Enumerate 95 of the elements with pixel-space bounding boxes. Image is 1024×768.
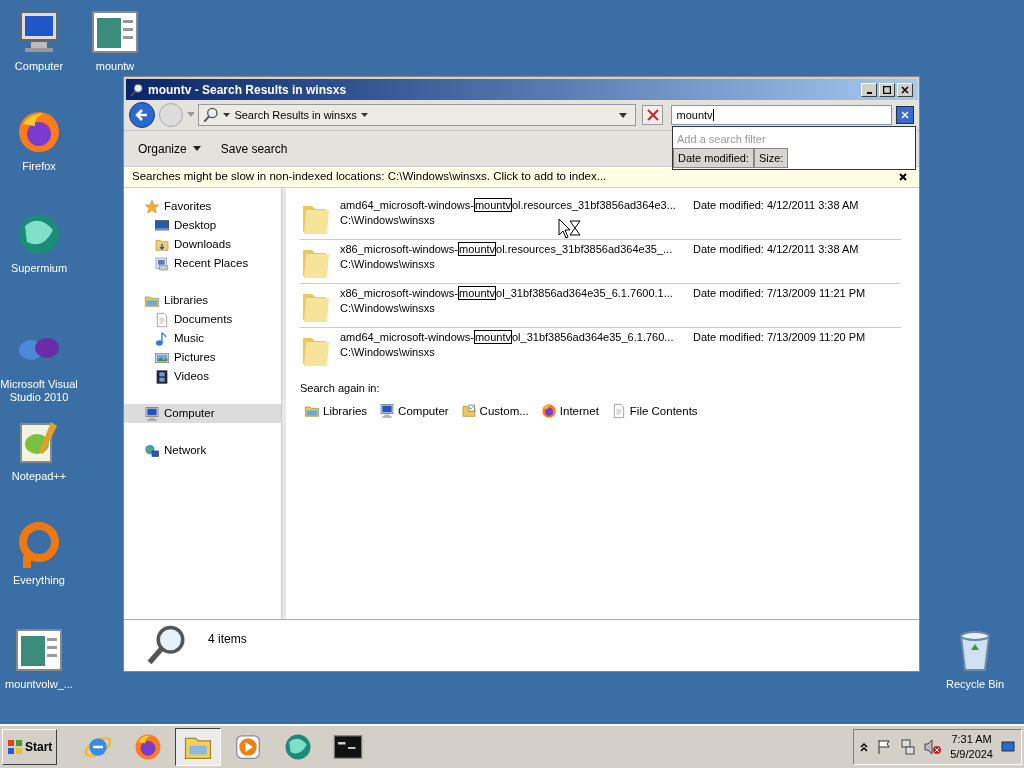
search-filter-field[interactable]: Add a search filter [672,126,916,148]
star-icon [144,198,160,215]
desktop-icon-label[interactable]: mountvolw_... [5,678,73,691]
search-location-link[interactable]: Libraries [304,402,368,420]
address-crumb[interactable]: Search Results in winsxs [234,106,357,124]
computer-icon [144,405,160,422]
show-desktop-icon[interactable] [1001,741,1015,753]
nav-item[interactable]: Recent Places [124,254,281,273]
desktop-icon-label[interactable]: mountw [95,60,135,73]
caret-icon [192,146,201,151]
close-icon[interactable] [899,173,907,181]
desktop-icon-label[interactable]: Computer [14,60,64,73]
libraries-icon [304,403,320,420]
speaker-muted-icon[interactable] [924,739,943,755]
close-icon [901,85,909,94]
flag-icon[interactable] [876,739,893,755]
file-name: amd64_microsoft-windows-mountvol_31bf3856ad364e35_6.1.760... [340,330,675,345]
minimize-icon [866,91,872,94]
date-modified: Date modified: 4/12/2011 3:38 AM [693,242,859,257]
caret-icon [223,112,231,118]
busy-cursor-icon [558,218,582,240]
search-location-link[interactable]: Internet [540,402,599,420]
file-path: C:\Windows\winsxs [340,345,436,360]
chevron-up-icon[interactable] [860,742,869,752]
search-location-link[interactable]: Computer [379,402,449,420]
clear-search-button[interactable] [896,106,914,124]
result-row[interactable]: x86_microsoft-windows-mountvol_31bf3856ad364e35_6.1.7600.1... C:\Windows\winsxs Date modified: 7/13/2009 11:21 PM [300,284,901,328]
desktop-icon-label[interactable]: Everything [13,574,65,587]
toolbar-button[interactable]: Save search [220,139,288,158]
date-modified: Date modified: 4/12/2011 3:38 AM [693,198,859,213]
start-button[interactable]: Start [2,729,58,765]
desktop-icon-label[interactable]: Microsoft Visual Studio 2010 [0,378,78,404]
info-bar[interactable]: Searches might be slow in non-indexed locations: C:\Windows\winsxs. Click to add to index... [124,166,919,188]
stop-button[interactable] [641,105,664,125]
search-location-link[interactable]: File Contents [610,402,698,420]
file-path: C:\Windows\winsxs [340,257,436,272]
close-icon [901,111,910,119]
file-name: amd64_microsoft-windows-mountvol.resources_31bf3856ad364e3... [340,198,677,213]
firefox-icon [540,403,557,420]
network-icon[interactable] [900,739,917,755]
close-icon [646,109,659,121]
date-modified: Date modified: 7/13/2009 11:21 PM [693,286,866,301]
clock-time[interactable]: 7:31 AM [951,732,992,747]
nav-item[interactable]: Documents [124,310,281,329]
filter-button[interactable]: Size: [753,148,789,168]
nav-item[interactable]: Computer [124,404,281,423]
network-icon [144,442,160,459]
videos-icon [154,368,170,385]
nav-item[interactable]: Music [124,329,281,348]
caret-icon [360,112,368,118]
minimize-button[interactable] [861,82,877,97]
back-button[interactable] [129,102,155,128]
search-again-label: Search again in: [300,381,381,396]
file-path: C:\Windows\winsxs [340,301,436,316]
desktop-icon-label[interactable]: Supermium [10,262,68,275]
nav-item[interactable]: Favorites [124,197,281,216]
file-path: C:\Windows\winsxs [340,213,436,228]
item-count: 4 items [208,631,247,648]
desktop-icon [154,217,170,234]
info-bar-text[interactable]: Searches might be slow in non-indexed locations: C:\Windows\winsxs. Click to add to index... [132,168,607,186]
file-name: x86_microsoft-windows-mountvol.resources_31bf3856ad364e35_... [340,242,674,257]
result-row[interactable]: amd64_microsoft-windows-mountvol_31bf3856ad364e35_6.1.760... C:\Windows\winsxs Date modified: 7/13/2009 11:20 PM [300,328,901,372]
nav-item[interactable]: Network [124,441,281,460]
filter-button[interactable]: Date modified: [673,148,754,168]
nav-item[interactable]: Downloads [124,235,281,254]
desktop-icon-label[interactable]: Recycle Bin [945,678,1005,691]
windows-logo-icon [7,739,23,755]
result-row[interactable]: x86_microsoft-windows-mountvol.resources_31bf3856ad364e35_... C:\Windows\winsxs Date modified: 4/12/2011 3:38 AM [300,240,901,284]
document-icon [154,311,170,328]
maximize-icon [883,85,891,94]
file-icon [91,8,139,56]
nav-item[interactable]: Desktop [124,216,281,235]
window-title: mountv - Search Results in winsxs [148,81,347,99]
maximize-button[interactable] [879,82,895,97]
back-arrow-icon [134,108,149,122]
desktop-icon-label[interactable]: Firefox [22,160,56,173]
date-modified: Date modified: 7/13/2009 11:20 PM [693,330,866,345]
desktop-icon-label[interactable]: Notepad++ [11,470,67,483]
search-location-link[interactable]: Custom... [460,402,529,420]
clock-date[interactable]: 5/9/2024 [950,747,993,762]
search-icon [203,107,220,123]
file-name: x86_microsoft-windows-mountvol_31bf3856ad364e35_6.1.7600.1... [340,286,674,301]
organize-menu[interactable]: Organize [138,139,201,158]
nav-item[interactable]: Pictures [124,348,281,367]
file-icon [15,626,63,674]
search-icon [130,82,144,97]
dropdown-caret-icon[interactable] [618,112,627,118]
computer-icon [379,403,396,420]
cmd-icon [333,732,364,762]
nav-item[interactable]: Libraries [124,291,281,310]
nav-item[interactable]: Videos [124,367,281,386]
search-field[interactable]: mountv [671,105,893,125]
address-bar[interactable]: Search Results in winsxs [198,104,636,126]
close-button[interactable] [897,82,913,97]
taskbar-app-button[interactable] [175,728,222,766]
